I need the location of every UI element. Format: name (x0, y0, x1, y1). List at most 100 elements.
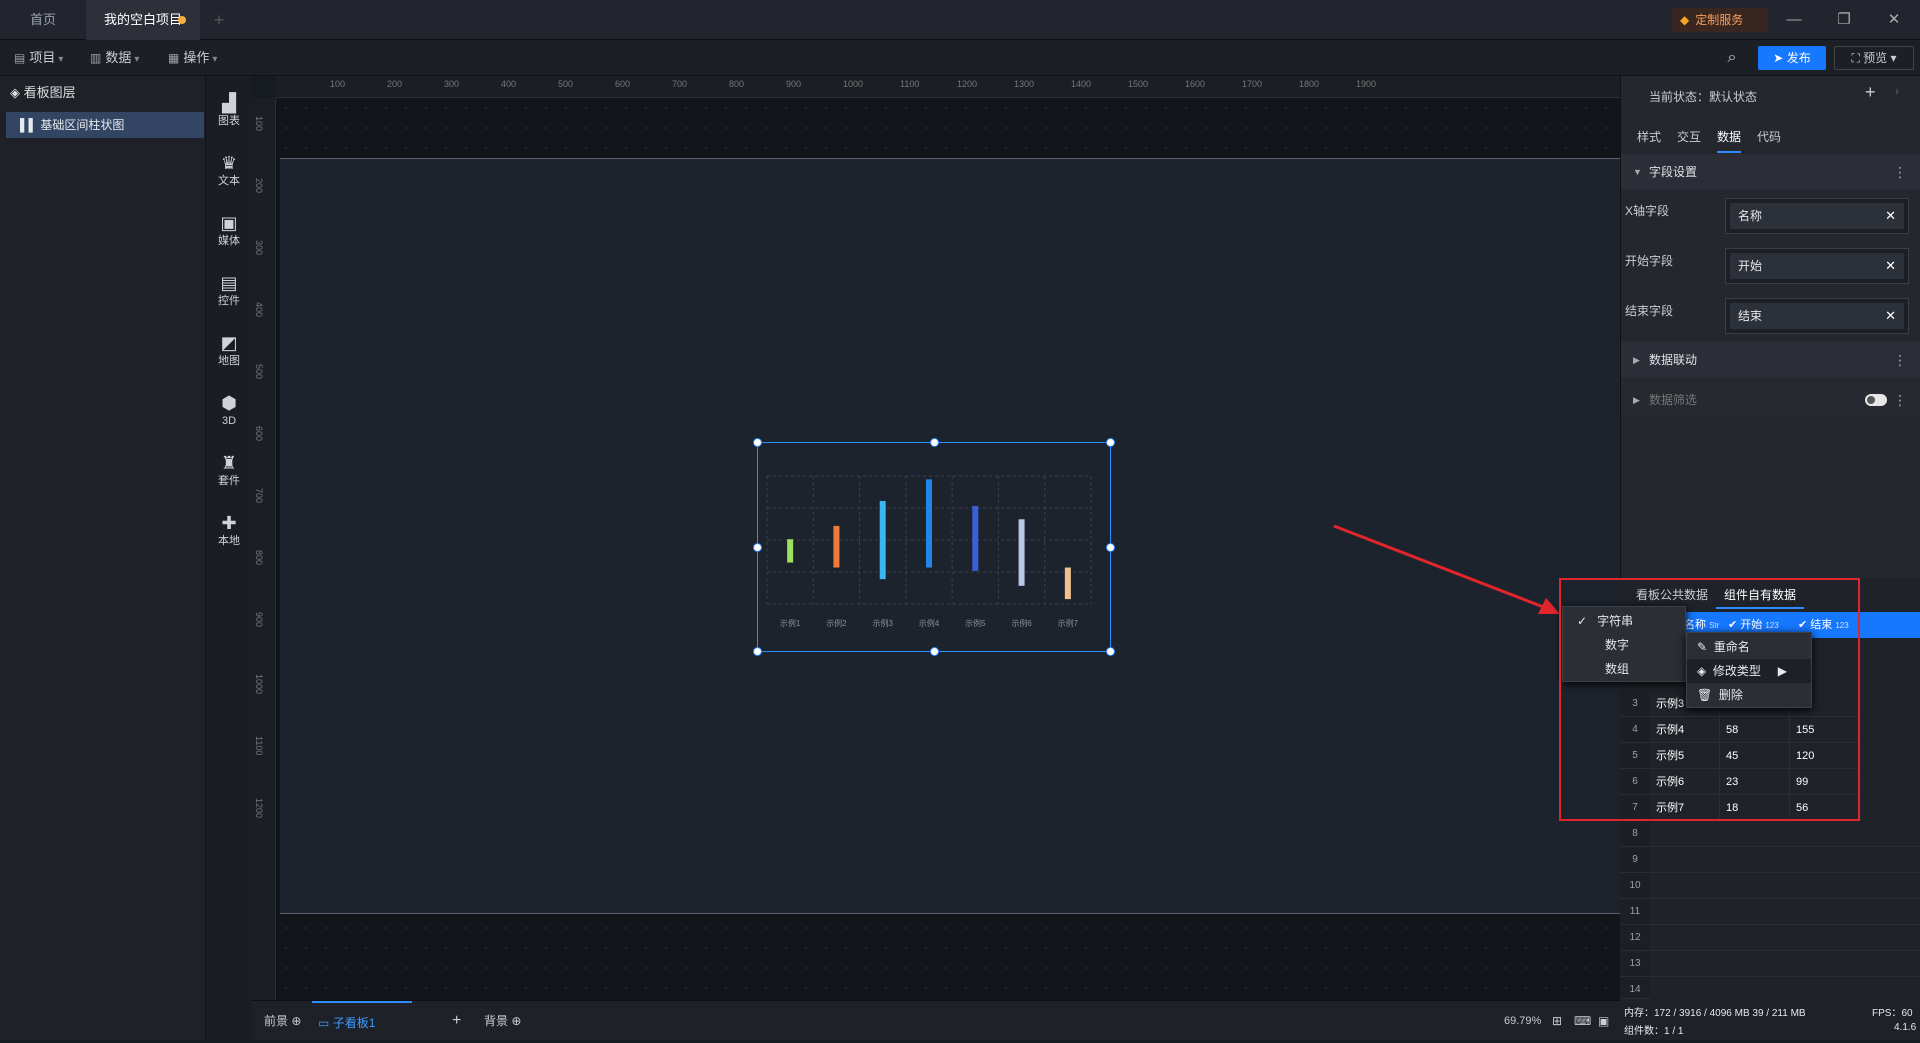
memory-status: 内存：172 / 3916 / 4096 MB 39 / 211 MB (1624, 1008, 1806, 1019)
ruler-tick-label: 1700 (1242, 79, 1263, 89)
tab-bar: 首页 我的空白项目 + ◆ 定制服务 — ❐ ✕ (0, 0, 1920, 40)
puzzle-icon: ✚ (221, 513, 237, 533)
tool-control[interactable]: ▤ 控件 (206, 264, 252, 324)
ruler-tick-label: 1000 (843, 79, 864, 89)
start-field-select[interactable]: 开始 ✕ (1725, 248, 1909, 284)
annotation-arrow (1333, 524, 1560, 614)
tool-3d[interactable]: ⬢ 3D (206, 384, 252, 444)
terminal-icon[interactable]: ▣ (1598, 1001, 1609, 1041)
tool-label: 套件 (218, 475, 240, 487)
fit-icon[interactable]: ⊞ (1552, 1001, 1562, 1041)
empty-row[interactable] (1650, 951, 1920, 977)
x-field-select[interactable]: 名称 ✕ (1725, 198, 1909, 234)
resize-handle[interactable] (1106, 543, 1115, 552)
tab-front[interactable]: 前景 ⊕ (264, 1001, 301, 1041)
tool-chart[interactable]: ▟ 图表 (206, 84, 252, 144)
close-button[interactable]: ✕ (1870, 0, 1918, 40)
search-icon[interactable]: ⌕ (1718, 46, 1746, 70)
empty-row[interactable] (1650, 873, 1920, 899)
menu-project-label: 项目 (29, 50, 56, 65)
add-tab-button[interactable]: + (206, 0, 232, 40)
ruler-tick-label: 1500 (1128, 79, 1149, 89)
caret-right-icon: ▶ (1633, 395, 1640, 405)
menu-project[interactable]: ▤ 项目 ▾ (14, 40, 63, 76)
tab-interaction[interactable]: 交互 (1677, 128, 1701, 145)
tab-code[interactable]: 代码 (1757, 128, 1781, 145)
tool-label: 控件 (218, 295, 240, 307)
publish-button[interactable]: ➤ 发布 (1758, 46, 1826, 70)
keyboard-icon[interactable]: ⌨ (1574, 1001, 1591, 1041)
text-icon: ♛ (220, 153, 238, 173)
resize-handle[interactable] (930, 438, 939, 447)
tab-back[interactable]: 背景 ⊕ (484, 1001, 521, 1041)
ruler-tick-label: 1200 (957, 79, 978, 89)
more-icon[interactable]: ⋮ (1893, 382, 1907, 418)
tool-media[interactable]: ▣ 媒体 (206, 204, 252, 264)
row-number: 12 (1620, 925, 1650, 951)
menu-ops[interactable]: ▦ 操作 ▾ (168, 40, 217, 76)
zoom-level[interactable]: 69.79% (1504, 1001, 1541, 1041)
menu-data-label: 数据 (105, 50, 132, 65)
board-icon: ▭ (318, 1016, 330, 1030)
cube-icon: ⬢ (221, 393, 237, 413)
shirt-icon: ♜ (220, 453, 238, 473)
menu-data[interactable]: ▥ 数据 ▾ (90, 40, 139, 76)
ruler-tick-label: 100 (254, 116, 264, 132)
tab-project[interactable]: 我的空白项目 (86, 0, 200, 40)
tab-home[interactable]: 首页 (0, 0, 86, 40)
empty-row[interactable] (1650, 847, 1920, 873)
map-icon: ◩ (220, 333, 238, 353)
resize-handle[interactable] (753, 647, 762, 656)
empty-row[interactable] (1650, 899, 1920, 925)
add-state-button[interactable]: + (1865, 82, 1876, 103)
close-icon[interactable]: ✕ (1885, 303, 1896, 329)
chevron-down-icon: ▾ (58, 54, 64, 65)
resize-handle[interactable] (753, 543, 762, 552)
resize-handle[interactable] (753, 438, 762, 447)
add-board-button[interactable]: + (452, 1001, 461, 1041)
tab-style[interactable]: 样式 (1637, 128, 1661, 145)
menu-ops-label: 操作 (183, 50, 210, 65)
tool-label: 3D (221, 415, 237, 427)
resize-handle[interactable] (1106, 647, 1115, 656)
start-field-label: 开始字段 (1625, 254, 1674, 268)
filter-toggle[interactable] (1865, 394, 1887, 406)
data-link-section[interactable]: ▶ 数据联动 ⋮ (1621, 342, 1920, 378)
tool-map[interactable]: ◩ 地图 (206, 324, 252, 384)
chevron-right-icon[interactable]: › (1895, 84, 1899, 98)
custom-service-button[interactable]: ◆ 定制服务 (1672, 8, 1768, 32)
tool-text[interactable]: ♛ 文本 (206, 144, 252, 204)
layer-item[interactable]: ▌▌ 基础区间柱状图 (6, 112, 204, 138)
ruler-tick-label: 700 (254, 488, 264, 504)
ruler-tick-label: 200 (254, 178, 264, 194)
resize-handle[interactable] (930, 647, 939, 656)
more-icon[interactable]: ⋮ (1893, 342, 1907, 378)
row-number: 9 (1620, 847, 1650, 873)
close-icon[interactable]: ✕ (1885, 253, 1896, 279)
empty-row[interactable] (1650, 925, 1920, 951)
tool-local[interactable]: ✚ 本地 (206, 504, 252, 564)
tab-data[interactable]: 数据 (1717, 128, 1742, 153)
tool-label: 本地 (218, 535, 240, 547)
close-icon[interactable]: ✕ (1885, 203, 1896, 229)
minimize-button[interactable]: — (1770, 0, 1818, 40)
ruler-tick-label: 500 (558, 79, 574, 89)
selection-box[interactable] (753, 438, 1115, 656)
restore-button[interactable]: ❐ (1820, 0, 1868, 40)
ruler-tick-label: 400 (501, 79, 517, 89)
empty-row[interactable] (1650, 821, 1920, 847)
version: 4.1.6 (1894, 1022, 1917, 1033)
chart-icon: ▟ (222, 93, 236, 113)
end-field-select[interactable]: 结束 ✕ (1725, 298, 1909, 334)
ruler-tick-label: 700 (672, 79, 688, 89)
tool-kit[interactable]: ♜ 套件 (206, 444, 252, 504)
resize-handle[interactable] (1106, 438, 1115, 447)
back-label: 背景 (484, 1014, 509, 1028)
field-settings-section[interactable]: ▼ 字段设置 ⋮ (1621, 154, 1920, 190)
ruler-tick-label: 900 (786, 79, 802, 89)
preview-button[interactable]: ⛶ 预览 ▾ (1834, 46, 1914, 70)
ruler-tick-label: 300 (444, 79, 460, 89)
tab-sub-board[interactable]: ▭ 子看板1 (312, 1001, 412, 1041)
ruler-tick-label: 1800 (1299, 79, 1320, 89)
more-icon[interactable]: ⋮ (1893, 154, 1907, 190)
